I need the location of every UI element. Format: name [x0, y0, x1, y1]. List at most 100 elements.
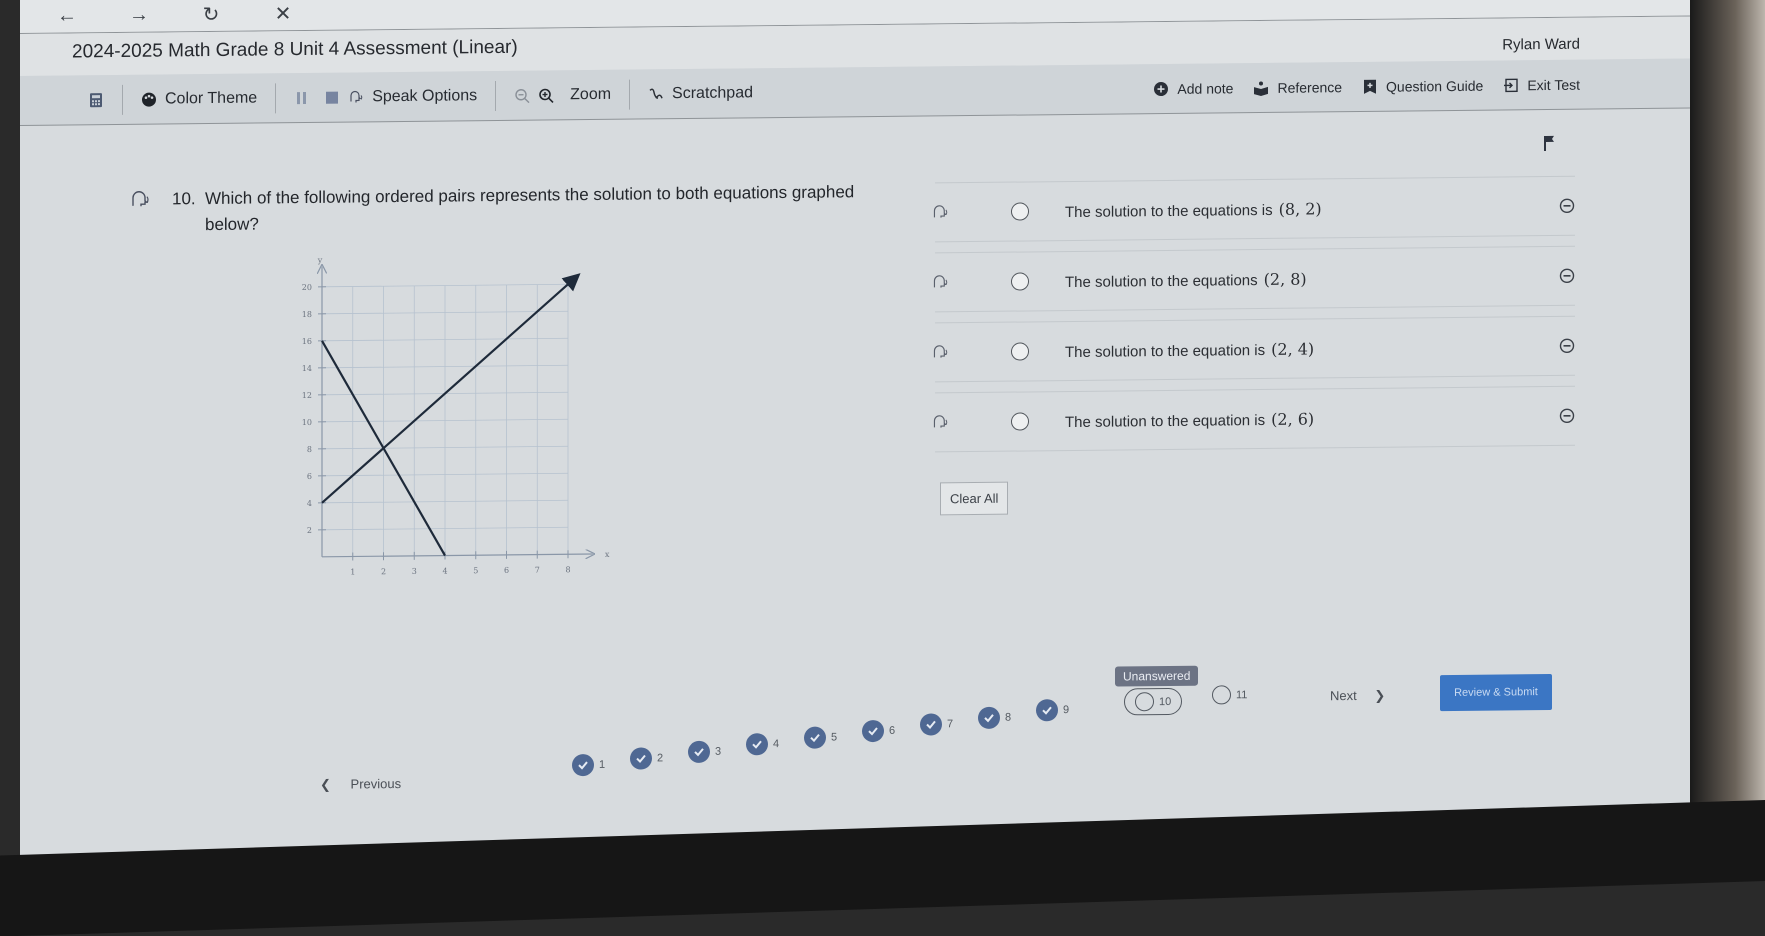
speak-options-label: Speak Options: [372, 87, 477, 106]
increasing-line: [322, 276, 577, 503]
answer-option[interactable]: The solution to the equations is(8, 2): [935, 176, 1575, 243]
y-axis-label: y: [317, 256, 323, 265]
line-graph: 123456782468101214161820yx: [282, 253, 682, 617]
footer-navigation: Unanswered ❮ Previous 1 2 3 4 5 6 7 8 9 10 11 Next…: [20, 663, 1690, 800]
y-tick-label: 14: [302, 364, 312, 373]
speak-options-button[interactable]: Speak Options: [348, 87, 477, 106]
zoom-in-icon: [538, 87, 554, 103]
y-tick-label: 20: [302, 283, 312, 292]
option-radio[interactable]: [1011, 342, 1029, 360]
option-label: The solution to the equations is: [1065, 201, 1273, 220]
eliminate-option-icon[interactable]: [1559, 268, 1575, 284]
option-radio[interactable]: [1011, 272, 1029, 290]
unanswered-tooltip: Unanswered: [1115, 666, 1198, 687]
option-radio[interactable]: [1011, 202, 1029, 220]
scratchpad-icon: [648, 86, 664, 102]
eliminate-option-icon[interactable]: [1559, 408, 1575, 424]
eliminate-option-icon[interactable]: [1559, 198, 1575, 214]
chevron-right-icon: ❯: [1374, 688, 1385, 703]
toolbar-divider: [495, 81, 496, 111]
answered-check-icon: [920, 713, 942, 735]
scratchpad-button[interactable]: Scratchpad: [648, 84, 753, 103]
unanswered-circle-icon: [1212, 685, 1231, 704]
y-tick-label: 6: [307, 472, 312, 481]
reload-icon[interactable]: ↻: [199, 2, 223, 27]
question-nav-item[interactable]: 7: [920, 713, 953, 735]
eliminate-option-icon[interactable]: [1559, 338, 1575, 354]
add-note-button[interactable]: Add note: [1153, 80, 1233, 97]
option-text: The solution to the equation is(2, 4): [1065, 339, 1314, 361]
reference-button[interactable]: Reference: [1253, 79, 1342, 96]
exit-test-button[interactable]: Exit Test: [1503, 77, 1580, 94]
speak-option-icon[interactable]: [932, 413, 950, 431]
x-axis: [322, 554, 593, 557]
zoom-out-button[interactable]: [514, 87, 530, 103]
question-nav-item[interactable]: 3: [688, 740, 721, 762]
option-text: The solution to the equation is(2, 6): [1065, 409, 1314, 431]
reference-label: Reference: [1277, 79, 1342, 96]
question-nav-item[interactable]: 4: [746, 733, 779, 755]
y-tick-label: 12: [302, 391, 312, 400]
question-guide-button[interactable]: Question Guide: [1362, 78, 1483, 95]
answer-option[interactable]: The solution to the equation is(2, 6): [935, 386, 1575, 453]
speak-option-icon[interactable]: [932, 343, 950, 361]
arrow-left-icon[interactable]: ←: [55, 4, 79, 27]
question-nav-number: 10: [1159, 696, 1171, 708]
review-submit-button[interactable]: Review & Submit: [1440, 674, 1552, 711]
toolbar-divider: [122, 84, 123, 114]
answer-options: The solution to the equations is(8, 2)Th…: [935, 176, 1575, 463]
option-radio[interactable]: [1011, 412, 1029, 430]
option-text: The solution to the equations(2, 8): [1065, 269, 1307, 291]
speak-question-icon[interactable]: [130, 190, 152, 210]
question-guide-label: Question Guide: [1386, 78, 1483, 95]
y-tick-label: 4: [307, 499, 312, 508]
question-nav-item[interactable]: 11: [1212, 685, 1247, 704]
answered-check-icon: [572, 754, 594, 776]
zoom-in-button[interactable]: Zoom: [538, 85, 611, 104]
unanswered-circle-icon: [1135, 692, 1154, 711]
scratchpad-label: Scratchpad: [672, 84, 753, 103]
question-nav-number: 11: [1236, 689, 1247, 701]
question-nav-item[interactable]: 9: [1036, 699, 1069, 721]
question-nav-item[interactable]: 10: [1124, 688, 1182, 716]
y-tick-label: 16: [302, 337, 312, 346]
answer-option[interactable]: The solution to the equation is(2, 4): [935, 316, 1575, 383]
speak-option-icon[interactable]: [932, 203, 950, 221]
color-theme-label: Color Theme: [165, 89, 257, 108]
question-nav-item[interactable]: 5: [804, 727, 837, 749]
arrow-right-icon[interactable]: →: [127, 4, 151, 27]
answered-check-icon: [746, 734, 768, 756]
monitor-bezel: [1690, 0, 1765, 881]
question-nav-number: 5: [831, 732, 837, 744]
color-theme-button[interactable]: Color Theme: [141, 89, 257, 108]
chevron-left-icon: ❮: [320, 777, 331, 792]
pause-icon: [294, 89, 310, 105]
flag-icon[interactable]: [1542, 134, 1560, 152]
answered-check-icon: [862, 720, 884, 742]
previous-button[interactable]: ❮ Previous: [320, 776, 401, 793]
calculator-button[interactable]: [88, 92, 104, 108]
exit-icon: [1503, 77, 1519, 93]
next-button[interactable]: Next ❯: [1330, 688, 1385, 705]
question-nav-number: 1: [599, 759, 605, 771]
clear-all-button[interactable]: Clear All: [940, 482, 1008, 516]
question-text: Which of the following ordered pairs rep…: [205, 179, 885, 238]
stop-button[interactable]: [324, 89, 340, 105]
answer-option[interactable]: The solution to the equations(2, 8): [935, 246, 1575, 313]
user-name: Rylan Ward: [1502, 36, 1580, 54]
x-tick-label: 8: [565, 565, 570, 574]
y-tick-label: 8: [307, 445, 312, 454]
question-nav-item[interactable]: 2: [630, 747, 663, 769]
reference-book-icon: [1253, 80, 1269, 96]
question-nav-item[interactable]: 6: [862, 720, 895, 742]
toolbar-divider: [275, 83, 276, 113]
speak-option-icon[interactable]: [932, 273, 950, 291]
question-nav-item[interactable]: 8: [978, 706, 1011, 728]
answered-check-icon: [688, 740, 710, 762]
previous-label: Previous: [351, 776, 402, 792]
y-tick-label: 10: [302, 418, 312, 427]
pause-button[interactable]: [294, 89, 310, 105]
close-icon[interactable]: ✕: [271, 1, 295, 26]
add-note-icon: [1153, 81, 1169, 97]
question-nav-item[interactable]: 1: [572, 754, 605, 776]
